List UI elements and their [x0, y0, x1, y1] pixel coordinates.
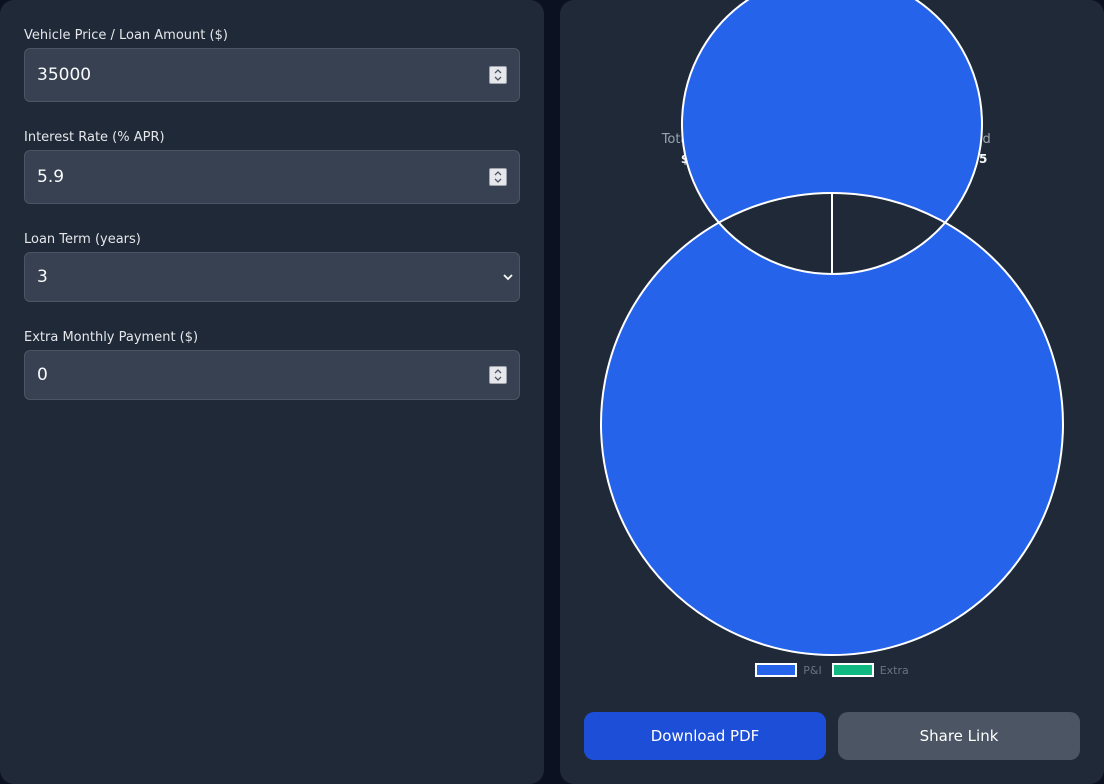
legend-item-extra[interactable]: Extra: [831, 663, 909, 677]
interest-rate-stepper-icon[interactable]: [489, 168, 507, 186]
legend-label: P&I: [803, 663, 822, 677]
legend-label: Extra: [879, 663, 909, 677]
share-link-button[interactable]: Share Link: [838, 712, 1080, 760]
legend-swatch: [755, 663, 798, 677]
chevron-down-icon: [503, 274, 513, 281]
chart-legend: P&I Extra: [560, 663, 1104, 677]
input-panel: Vehicle Price / Loan Amount ($) 35000 In…: [0, 0, 544, 784]
loan-term-select[interactable]: 3: [24, 252, 520, 302]
legend-swatch: [831, 663, 874, 677]
loan-amount-input[interactable]: 35000: [24, 48, 520, 102]
loan-calculator-page: Vehicle Price / Loan Amount ($) 35000 In…: [0, 0, 1104, 784]
interest-rate-value: 5.9: [37, 167, 65, 187]
donut-slice-p-i: [600, 0, 1064, 656]
loan-term-value: 3: [37, 267, 48, 287]
loan-amount-stepper-icon[interactable]: [489, 66, 507, 84]
loan-amount-label: Vehicle Price / Loan Amount ($): [24, 28, 228, 43]
download-pdf-button[interactable]: Download PDF: [584, 712, 826, 760]
results-panel: Monthly Payment (P&I) $1,063 Total Inter…: [560, 0, 1104, 784]
payment-donut-chart: [600, 0, 1064, 656]
loan-amount-value: 35000: [37, 65, 92, 85]
extra-payment-label: Extra Monthly Payment ($): [24, 330, 199, 345]
loan-term-label: Loan Term (years): [24, 232, 141, 247]
extra-payment-input[interactable]: 0: [24, 350, 520, 400]
loan-term-field: Loan Term (years) 3: [24, 232, 520, 302]
extra-payment-field: Extra Monthly Payment ($) 0: [24, 330, 520, 400]
extra-payment-stepper-icon[interactable]: [489, 366, 507, 384]
interest-rate-label: Interest Rate (% APR): [24, 130, 165, 145]
legend-item-p-i[interactable]: P&I: [755, 663, 822, 677]
interest-rate-input[interactable]: 5.9: [24, 150, 520, 204]
interest-rate-field: Interest Rate (% APR) 5.9: [24, 130, 520, 204]
loan-amount-field: Vehicle Price / Loan Amount ($) 35000: [24, 28, 520, 102]
extra-payment-value: 0: [37, 365, 48, 385]
